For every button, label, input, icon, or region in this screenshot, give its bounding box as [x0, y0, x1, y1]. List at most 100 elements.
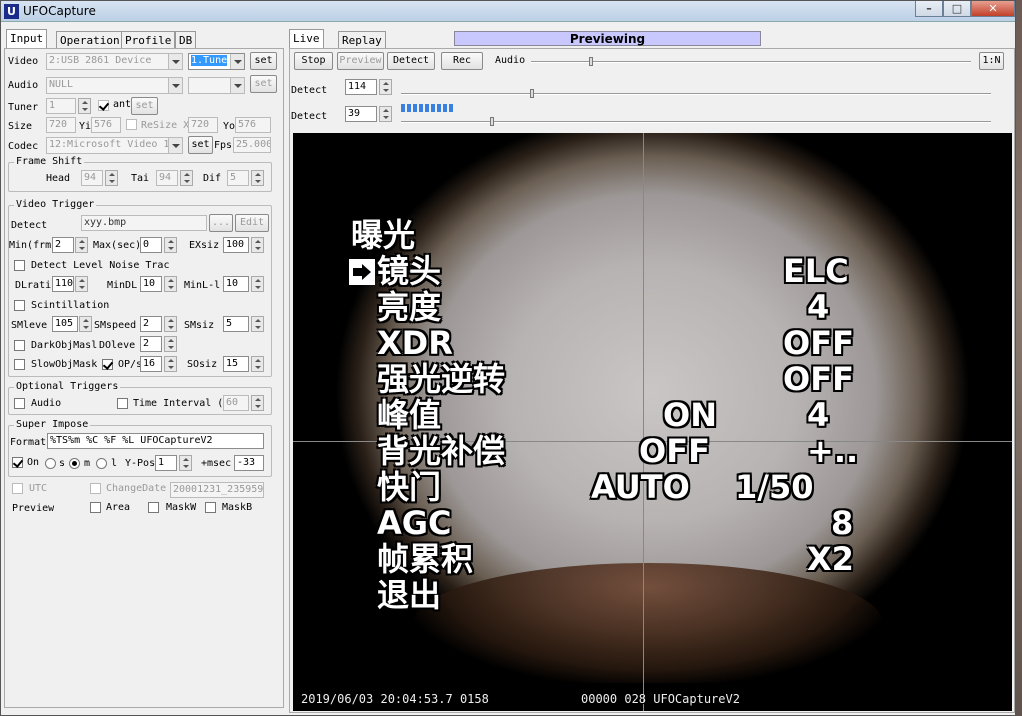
size-s-radio[interactable]: [45, 458, 56, 469]
minl-spinner[interactable]: [251, 276, 264, 292]
size-x-input[interactable]: 720: [46, 117, 76, 133]
video-tuner-select[interactable]: 1.Tune: [188, 53, 245, 70]
changedate-input[interactable]: 20001231_235959: [170, 482, 264, 498]
time-interval-checkbox[interactable]: [117, 398, 128, 409]
ops-checkbox[interactable]: [102, 359, 113, 370]
ops-spinner[interactable]: [164, 356, 177, 372]
rec-button[interactable]: Rec: [441, 52, 483, 70]
dlratio-input[interactable]: 110: [52, 276, 74, 292]
video-preview[interactable]: 曝光 镜头 ELC 亮度 4 XDR OFF 强光逆转 OFF 峰值 ON 4 …: [293, 133, 1012, 711]
detect2-spinner[interactable]: [379, 106, 392, 122]
smsize-spinner[interactable]: [251, 316, 264, 332]
scintillation-checkbox[interactable]: [14, 300, 25, 311]
size-y-input[interactable]: 576: [91, 117, 121, 133]
tuner-set-button[interactable]: set: [131, 97, 158, 115]
minimize-button[interactable]: –: [915, 1, 943, 17]
head-spinner[interactable]: [105, 170, 118, 186]
format-input[interactable]: %TS%m %C %F %L UFOCaptureV2: [47, 433, 264, 449]
smlevel-spinner[interactable]: [79, 316, 92, 332]
fps-input[interactable]: 25.000: [233, 137, 271, 153]
ratio-button[interactable]: 1:N: [979, 52, 1004, 70]
utc-checkbox[interactable]: [12, 483, 23, 494]
dlratio-spinner[interactable]: [75, 276, 88, 292]
dif-input[interactable]: 5: [227, 170, 249, 186]
size-l-radio[interactable]: [96, 458, 107, 469]
tab-live[interactable]: Live: [289, 29, 324, 48]
audio-set-button[interactable]: set: [250, 75, 277, 93]
audio-device-select[interactable]: NULL: [46, 77, 183, 94]
tail-spinner[interactable]: [180, 170, 193, 186]
mindl-spinner[interactable]: [164, 276, 177, 292]
tuner-spinner[interactable]: [78, 98, 91, 114]
detect1-input[interactable]: 114: [345, 79, 377, 95]
maskw-checkbox[interactable]: [148, 502, 159, 513]
detect-level-checkbox[interactable]: [14, 260, 25, 271]
maximize-button[interactable]: □: [943, 1, 971, 17]
video-set-button[interactable]: set: [250, 52, 277, 70]
maskb-checkbox[interactable]: [205, 502, 216, 513]
area-checkbox[interactable]: [90, 502, 101, 513]
stop-button[interactable]: Stop: [294, 52, 333, 70]
audio-trigger-label: Audio: [31, 398, 62, 409]
detect-edit-button[interactable]: Edit: [235, 214, 269, 232]
detect2-slider-thumb[interactable]: [490, 117, 494, 126]
head-input[interactable]: 94: [81, 170, 103, 186]
resize-y-input[interactable]: 576: [235, 117, 271, 133]
detect1-slider-thumb[interactable]: [530, 89, 534, 98]
msec-input[interactable]: -33: [234, 455, 264, 471]
tail-input[interactable]: 94: [156, 170, 178, 186]
minl-input[interactable]: 10: [223, 276, 249, 292]
codec-set-button[interactable]: set: [188, 136, 213, 154]
resize-checkbox[interactable]: [126, 119, 137, 130]
smspeed-spinner[interactable]: [164, 316, 177, 332]
detect1-spinner[interactable]: [379, 79, 392, 95]
ypos-input[interactable]: 1: [155, 455, 177, 471]
time-interval-spinner[interactable]: [251, 395, 264, 411]
max-sec-spinner[interactable]: [164, 237, 177, 253]
video-device-select[interactable]: 2:USB 2861 Device: [46, 53, 183, 70]
min-frame-input[interactable]: 2: [52, 237, 74, 253]
ant-label: ant: [113, 99, 132, 110]
sosize-spinner[interactable]: [251, 356, 264, 372]
detect-browse-button[interactable]: ...: [209, 214, 233, 232]
title-bar[interactable]: U UFOCapture – □ ✕: [1, 1, 1015, 22]
audio-slider-thumb[interactable]: [589, 57, 593, 66]
darkobj-checkbox[interactable]: [14, 340, 25, 351]
tab-replay[interactable]: Replay: [338, 31, 386, 48]
detect2-input[interactable]: 39: [345, 106, 377, 122]
close-button[interactable]: ✕: [971, 1, 1015, 17]
max-sec-input[interactable]: 0: [140, 237, 162, 253]
detect-button[interactable]: Detect: [387, 52, 435, 70]
resize-x-input[interactable]: 720: [188, 117, 218, 133]
codec-select[interactable]: 12:Microsoft Video 1: [46, 137, 183, 154]
dif-spinner[interactable]: [251, 170, 264, 186]
super-impose-on-checkbox[interactable]: [12, 457, 23, 468]
ant-checkbox[interactable]: [98, 100, 109, 111]
sosize-input[interactable]: 15: [223, 356, 249, 372]
size-m-radio[interactable]: [69, 458, 80, 469]
dolevel-spinner[interactable]: [164, 336, 177, 352]
smsize-input[interactable]: 5: [223, 316, 249, 332]
tab-operation[interactable]: Operation: [56, 31, 124, 48]
mindl-input[interactable]: 10: [140, 276, 162, 292]
detect-file-input[interactable]: xyy.bmp: [81, 215, 207, 231]
smspeed-input[interactable]: 2: [140, 316, 162, 332]
audio-trigger-checkbox[interactable]: [14, 398, 25, 409]
ops-input[interactable]: 16: [140, 356, 162, 372]
dolevel-input[interactable]: 2: [140, 336, 162, 352]
tuner-input[interactable]: 1: [46, 98, 76, 114]
ypos-spinner[interactable]: [179, 455, 192, 471]
smlevel-input[interactable]: 105: [52, 316, 78, 332]
audio-sub-select[interactable]: [188, 77, 245, 94]
tab-db[interactable]: DB: [175, 31, 197, 48]
time-interval-input[interactable]: 60: [223, 395, 249, 411]
exsize-spinner[interactable]: [251, 237, 264, 253]
detect-level-meter: [401, 104, 455, 112]
min-frame-spinner[interactable]: [75, 237, 88, 253]
preview-button[interactable]: Preview: [337, 52, 384, 70]
slowobj-checkbox[interactable]: [14, 359, 25, 370]
tab-profile[interactable]: Profile: [121, 31, 176, 48]
exsize-input[interactable]: 100: [223, 237, 249, 253]
tab-input[interactable]: Input: [6, 29, 48, 48]
changedate-checkbox[interactable]: [90, 483, 101, 494]
